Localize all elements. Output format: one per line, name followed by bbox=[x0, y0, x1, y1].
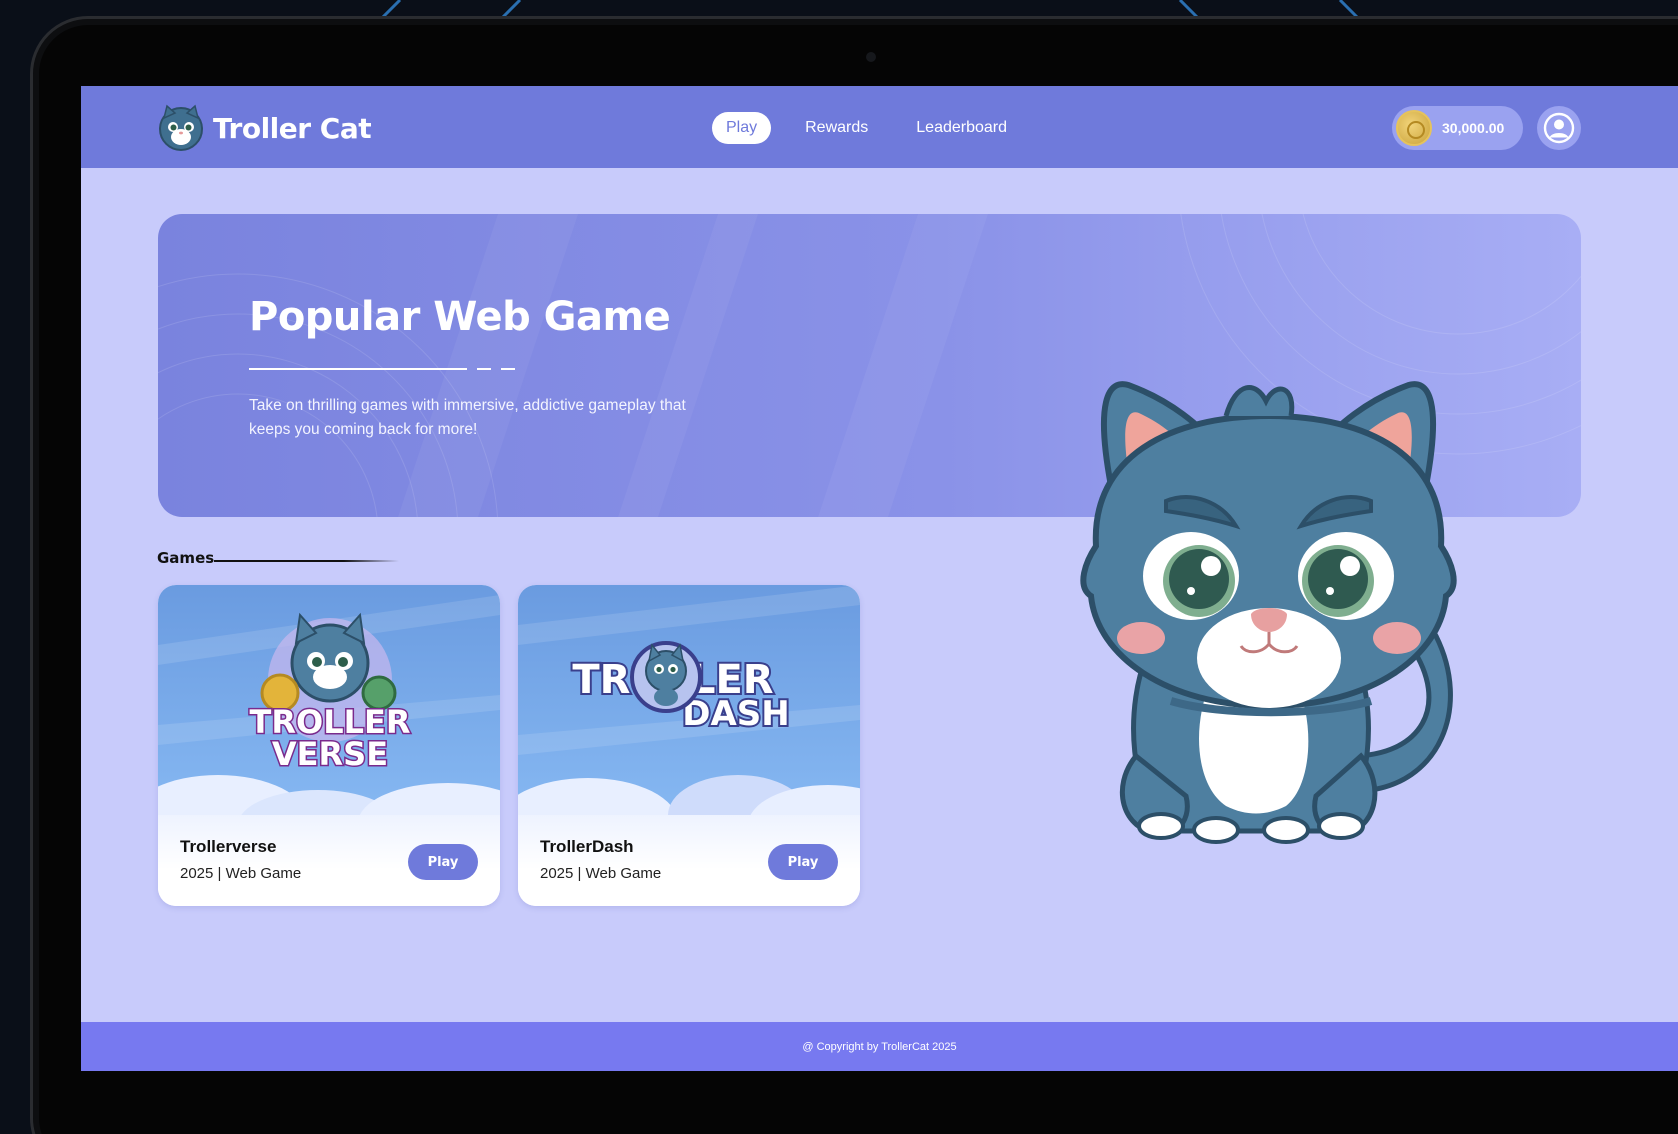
trollerdash-cover: TROLLER DASH bbox=[518, 585, 860, 815]
troller-cat-mascot bbox=[1080, 381, 1457, 844]
card-title: Trollerverse bbox=[180, 837, 277, 856]
game-card-trollerverse[interactable]: TROLLER VERSE Trollerverse 2025 | Web Ga… bbox=[158, 585, 500, 906]
app-screen: Troller Cat Play Rewards Leaderboard 30,… bbox=[81, 86, 1678, 1071]
trollerverse-logo-line2: VERSE bbox=[272, 735, 388, 773]
brand-logo[interactable]: Troller Cat bbox=[157, 104, 372, 152]
play-trollerdash-button[interactable]: Play bbox=[768, 844, 838, 880]
device-stage: Troller Cat Play Rewards Leaderboard 30,… bbox=[0, 0, 1678, 1134]
footer: @ Copyright by TrollerCat 2025 bbox=[81, 1022, 1678, 1071]
profile-button[interactable] bbox=[1537, 106, 1581, 150]
game-card-trollerdash[interactable]: TROLLER DASH TrollerDash 2025 | Web Game… bbox=[518, 585, 860, 906]
games-section-line bbox=[214, 560, 399, 562]
card-subtitle: 2025 | Web Game bbox=[540, 865, 662, 882]
hero-description: Take on thrilling games with immersive, … bbox=[249, 397, 686, 438]
copyright-text: @ Copyright by TrollerCat 2025 bbox=[802, 1040, 957, 1053]
nav-leaderboard[interactable]: Leaderboard bbox=[902, 112, 1021, 144]
card-info: Trollerverse 2025 | Web Game Play bbox=[158, 815, 500, 906]
trollerverse-cover: TROLLER VERSE bbox=[158, 585, 500, 815]
camera-dot bbox=[866, 52, 876, 62]
coin-icon bbox=[1396, 110, 1432, 146]
top-header: Troller Cat Play Rewards Leaderboard 30,… bbox=[81, 86, 1678, 168]
trollerdash-logo-line2: DASH bbox=[682, 694, 789, 734]
nav-rewards[interactable]: Rewards bbox=[791, 112, 882, 144]
wallet-balance[interactable]: 30,000.00 bbox=[1392, 106, 1523, 150]
hero-divider bbox=[249, 368, 525, 370]
user-icon bbox=[1543, 112, 1575, 144]
card-info: TrollerDash 2025 | Web Game Play bbox=[518, 815, 860, 906]
cat-logo-icon bbox=[159, 104, 203, 151]
card-title: TrollerDash bbox=[540, 837, 634, 856]
nav-play[interactable]: Play bbox=[712, 112, 772, 144]
games-section-label: Games bbox=[157, 549, 215, 567]
balance-amount: 30,000.00 bbox=[1442, 120, 1505, 136]
brand-name: Troller Cat bbox=[213, 111, 372, 145]
hero-title: Popular Web Game bbox=[249, 294, 671, 340]
card-subtitle: 2025 | Web Game bbox=[180, 865, 302, 882]
main-nav: Play Rewards Leaderboard bbox=[712, 112, 1041, 144]
play-trollerverse-button[interactable]: Play bbox=[408, 844, 478, 880]
